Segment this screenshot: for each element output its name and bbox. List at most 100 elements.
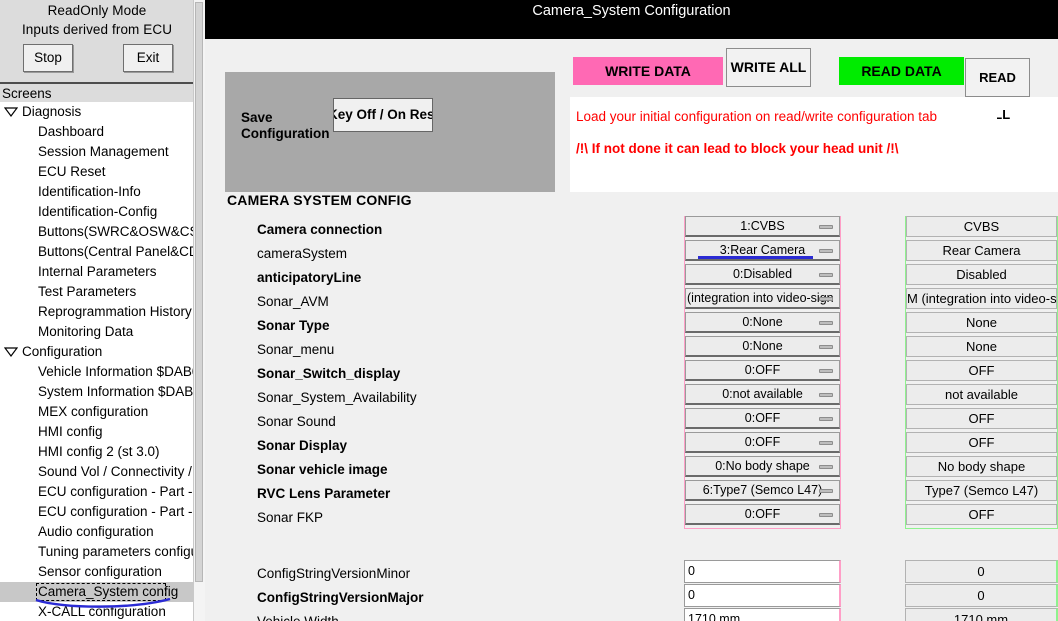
sidebar-item-system-information[interactable]: System Information $DAB1 bbox=[0, 382, 194, 402]
tree-item-label: ECU configuration - Part -2 bbox=[38, 484, 194, 499]
tree-item-label: Buttons(Central Panel&CD&T bbox=[38, 244, 194, 259]
param-label-sonar-vehicle-image: Sonar vehicle image bbox=[257, 462, 388, 477]
sidebar-item-buttons-central-panel[interactable]: Buttons(Central Panel&CD&T bbox=[0, 242, 194, 262]
dropdown-value: (integration into video-sign bbox=[687, 291, 834, 305]
dropdown-sonar-system-availability[interactable]: 0:not available bbox=[685, 384, 840, 405]
sidebar-item-test-parameters[interactable]: Test Parameters bbox=[0, 282, 194, 302]
dropdown-value: 0:Disabled bbox=[732, 267, 793, 281]
dropdown-value: 0:OFF bbox=[744, 363, 781, 377]
writable-values-column: 1:CVBS 3:Rear Camera 0:Disabled (integra… bbox=[684, 216, 841, 529]
sidebar-item-hmi-config[interactable]: HMI config bbox=[0, 422, 194, 442]
sidebar-item-vehicle-information[interactable]: Vehicle Information $DAB0 bbox=[0, 362, 194, 382]
param-label-rvc-lens-parameter: RVC Lens Parameter bbox=[257, 486, 391, 501]
dropdown-rvc-lens-parameter[interactable]: 6:Type7 (Semco L47) bbox=[685, 480, 840, 501]
tree-item-label: HMI config bbox=[38, 424, 103, 439]
warning-notice: Load your initial configuration on read/… bbox=[570, 97, 997, 192]
tree-item-label: Dashboard bbox=[38, 124, 105, 139]
dropdown-sonar-avm[interactable]: (integration into video-sign bbox=[685, 288, 840, 309]
main-content: Camera_System Configuration Save Configu… bbox=[205, 0, 1058, 621]
readonly-sonar-system-availability: not available bbox=[906, 384, 1057, 405]
sidebar-item-tuning-parameters[interactable]: Tuning parameters configurati bbox=[0, 542, 194, 562]
tree-item-label: Session Management bbox=[38, 144, 169, 159]
stop-button[interactable]: Stop bbox=[23, 44, 73, 72]
dropdown-camera-connection[interactable]: 1:CVBS bbox=[685, 216, 840, 237]
tree-item-label: ECU configuration - Part -3 bbox=[38, 504, 194, 519]
sidebar-item-identification-info[interactable]: Identification-Info bbox=[0, 182, 194, 202]
sidebar-item-ecu-reset[interactable]: ECU Reset bbox=[0, 162, 194, 182]
tree-group-configuration[interactable]: Configuration bbox=[0, 342, 194, 362]
write-all-button[interactable]: WRITE ALL bbox=[726, 48, 811, 87]
sidebar-item-sound-vol-connectivity[interactable]: Sound Vol / Connectivity / Res bbox=[0, 462, 194, 482]
readonly-sonar-display: OFF bbox=[906, 432, 1057, 453]
read-data-button[interactable]: READ DATA bbox=[839, 57, 964, 85]
sidebar-item-monitoring-data[interactable]: Monitoring Data bbox=[0, 322, 194, 342]
dropdown-sonar-vehicle-image[interactable]: 0:No body shape bbox=[685, 456, 840, 477]
read-all-button[interactable]: READ ALL bbox=[965, 58, 1030, 122]
sidebar-item-sensor-configuration[interactable]: Sensor configuration bbox=[0, 562, 194, 582]
input-configstringversionminor[interactable]: 0 bbox=[684, 560, 841, 583]
readonly-sonar-menu: None bbox=[906, 336, 1057, 357]
input-vehicle-width[interactable]: 1710 mm bbox=[684, 608, 841, 621]
sidebar-item-dashboard[interactable]: Dashboard bbox=[0, 122, 194, 142]
tree-item-label: System Information $DAB1 bbox=[38, 384, 194, 399]
exit-button[interactable]: Exit bbox=[123, 44, 173, 72]
dropdown-sonar-menu[interactable]: 0:None bbox=[685, 336, 840, 357]
dropdown-arrow-icon bbox=[819, 417, 833, 421]
sidebar-item-hmi-config-2[interactable]: HMI config 2 (st 3.0) bbox=[0, 442, 194, 462]
dropdown-sonar-display[interactable]: 0:OFF bbox=[685, 432, 840, 453]
input-configstringversionmajor[interactable]: 0 bbox=[684, 584, 841, 607]
tree-item-label: Identification-Config bbox=[38, 204, 158, 219]
dropdown-arrow-icon bbox=[819, 393, 833, 397]
dropdown-sonar-type[interactable]: 0:None bbox=[685, 312, 840, 333]
dropdown-arrow-icon bbox=[819, 297, 833, 301]
tree-item-label: ECU Reset bbox=[38, 164, 106, 179]
tree-item-label: Monitoring Data bbox=[38, 324, 134, 339]
sidebar-scrollbar-thumb[interactable] bbox=[195, 2, 203, 582]
readonly-configstringversionminor: 0 bbox=[905, 560, 1058, 583]
sidebar-item-mex-configuration[interactable]: MEX configuration bbox=[0, 402, 194, 422]
dropdown-arrow-icon bbox=[819, 513, 833, 517]
param-label-anticipatoryline: anticipatoryLine bbox=[257, 270, 362, 285]
param-label-camera-connection: Camera connection bbox=[257, 222, 383, 237]
dropdown-arrow-icon bbox=[819, 321, 833, 325]
screens-tree: Diagnosis Dashboard Session Management E… bbox=[0, 102, 194, 621]
sidebar-item-ecu-configuration-part-3[interactable]: ECU configuration - Part -3 bbox=[0, 502, 194, 522]
tree-group-diagnosis[interactable]: Diagnosis bbox=[0, 102, 194, 122]
sidebar-item-x-call-configuration[interactable]: X-CALL configuration bbox=[0, 602, 194, 621]
sidebar-item-buttons-swrc[interactable]: Buttons(SWRC&OSW&CSW) bbox=[0, 222, 194, 242]
sidebar-item-session-management[interactable]: Session Management bbox=[0, 142, 194, 162]
dropdown-sonar-sound[interactable]: 0:OFF bbox=[685, 408, 840, 429]
tree-item-label: Camera_System config bbox=[38, 584, 179, 599]
sidebar-item-camera-system-config[interactable]: Camera_System config bbox=[0, 582, 194, 602]
chevron-down-icon bbox=[4, 347, 18, 357]
readonly-camera-connection: CVBS bbox=[906, 216, 1057, 237]
notice-line-1: Load your initial configuration on read/… bbox=[576, 109, 937, 124]
dropdown-arrow-icon bbox=[819, 465, 833, 469]
param-label-sonar-display: Sonar Display bbox=[257, 438, 348, 453]
dropdown-arrow-icon bbox=[819, 345, 833, 349]
dropdown-anticipatoryline[interactable]: 0:Disabled bbox=[685, 264, 840, 285]
write-data-button[interactable]: WRITE DATA bbox=[573, 57, 723, 85]
dropdown-sonar-switch-display[interactable]: 0:OFF bbox=[685, 360, 840, 381]
dropdown-value: 0:None bbox=[742, 339, 783, 353]
sidebar-item-internal-parameters[interactable]: Internal Parameters bbox=[0, 262, 194, 282]
tree-item-label: Vehicle Information $DAB0 bbox=[38, 364, 194, 379]
readonly-camerasystem: Rear Camera bbox=[906, 240, 1057, 261]
param-label-sonar-fkp: Sonar FKP bbox=[257, 510, 324, 525]
dropdown-value: 6:Type7 (Semco L47) bbox=[702, 483, 823, 497]
tree-item-label: Audio configuration bbox=[38, 524, 154, 539]
param-label-sonar-avm: Sonar_AVM bbox=[257, 294, 329, 309]
readonly-sonar-avm: M (integration into video-sig bbox=[906, 288, 1057, 309]
key-off-on-reset-button[interactable]: Key Off / On Reset bbox=[333, 98, 433, 132]
dropdown-value: 1:CVBS bbox=[740, 219, 785, 233]
param-label-vehicle-width: Vehicle Width bbox=[257, 614, 339, 621]
sidebar-item-ecu-configuration-part-2[interactable]: ECU configuration - Part -2 bbox=[0, 482, 194, 502]
sidebar-item-identification-config[interactable]: Identification-Config bbox=[0, 202, 194, 222]
dropdown-camerasystem[interactable]: 3:Rear Camera bbox=[685, 240, 840, 261]
dropdown-value: 0:No body shape bbox=[715, 459, 810, 473]
section-title: CAMERA SYSTEM CONFIG bbox=[227, 192, 412, 208]
param-label-sonar-menu: Sonar_menu bbox=[257, 342, 335, 357]
sidebar-item-audio-configuration[interactable]: Audio configuration bbox=[0, 522, 194, 542]
sidebar-item-reprogrammation-history[interactable]: Reprogrammation History bbox=[0, 302, 194, 322]
dropdown-sonar-fkp[interactable]: 0:OFF bbox=[685, 504, 840, 525]
